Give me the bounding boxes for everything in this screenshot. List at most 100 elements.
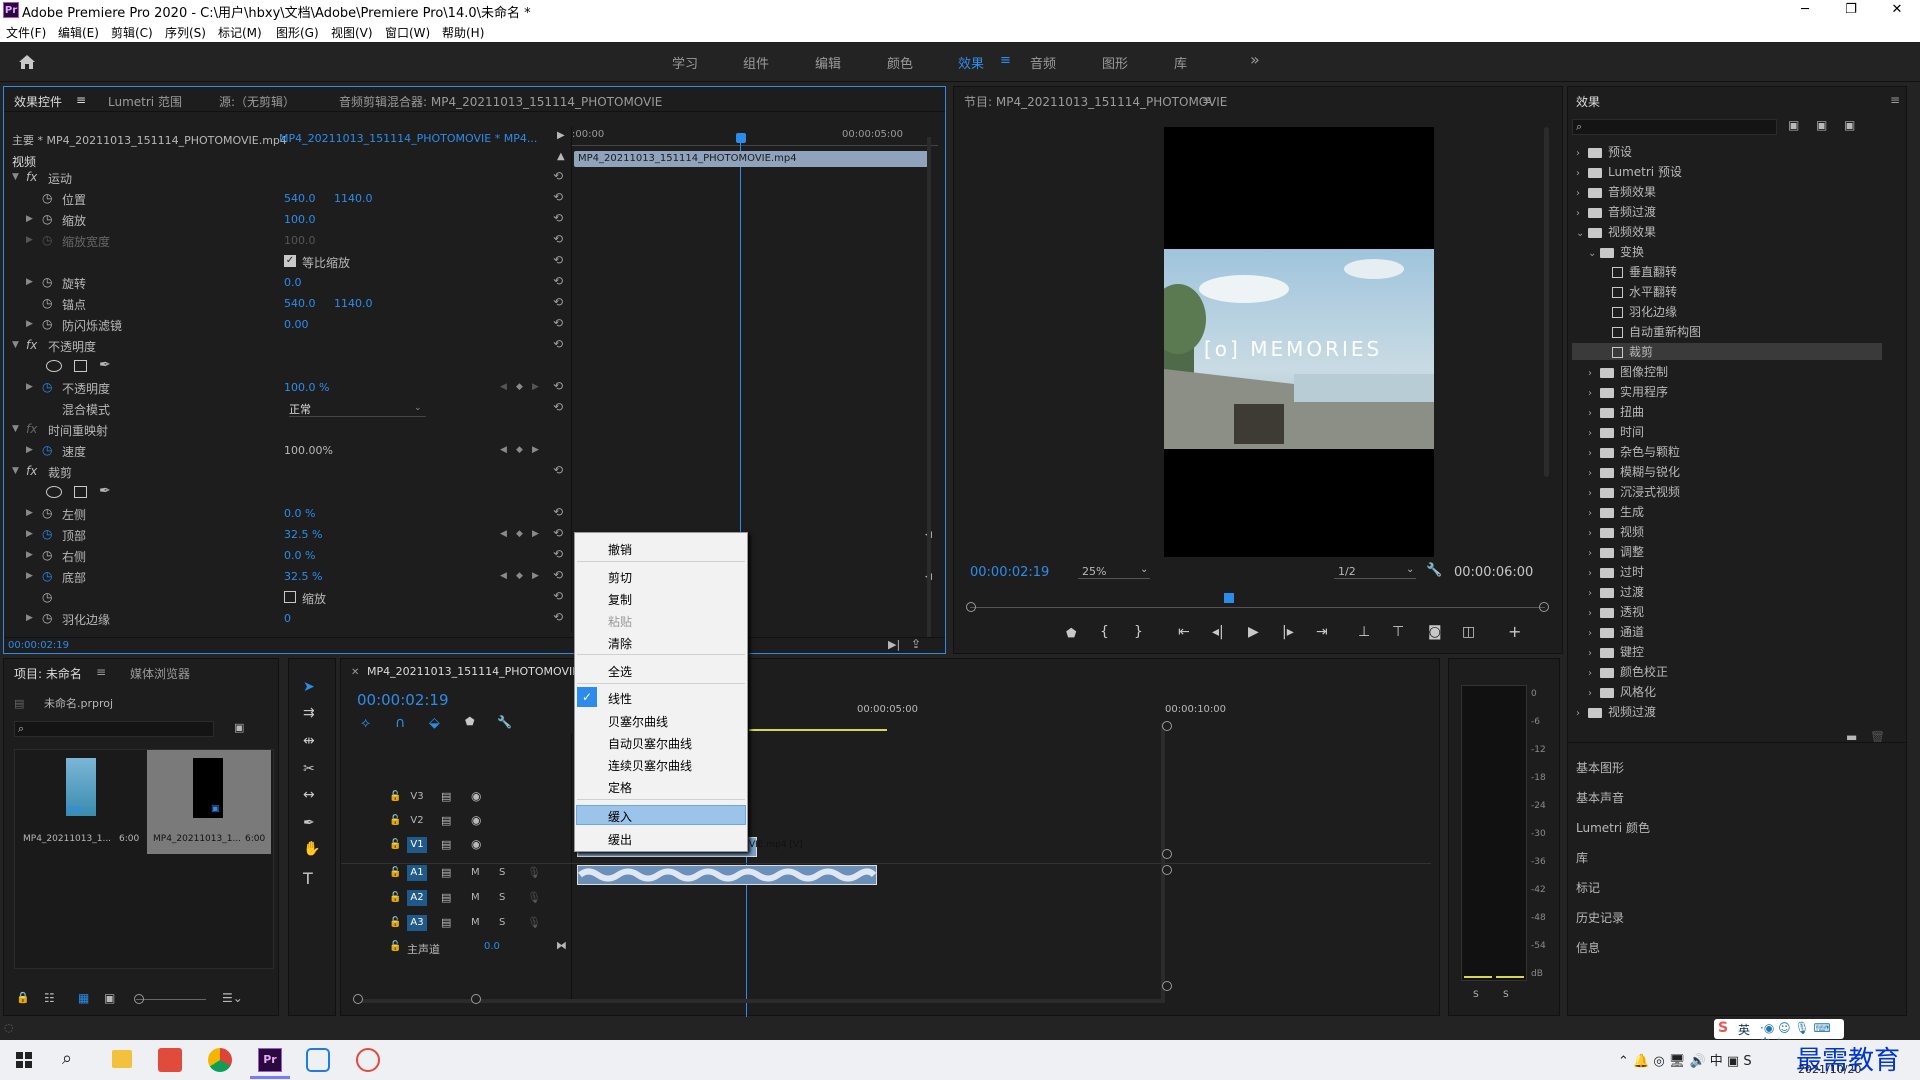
sync-lock-icon[interactable]: ▤ bbox=[441, 814, 451, 827]
menu-ease-in[interactable]: 缓入 bbox=[608, 808, 632, 825]
panel-essential-graphics[interactable]: 基本图形 bbox=[1576, 759, 1624, 776]
add-keyframe-icon[interactable]: ◆ bbox=[516, 571, 523, 581]
pen-mask-icon[interactable]: ✒ bbox=[99, 483, 111, 499]
more-workspaces-icon[interactable]: » bbox=[1250, 50, 1260, 69]
export-icon[interactable]: ⇪ bbox=[911, 637, 921, 651]
file-explorer-icon[interactable] bbox=[112, 1050, 132, 1068]
panel-essential-sound[interactable]: 基本声音 bbox=[1576, 789, 1624, 806]
track-v2[interactable]: V2 bbox=[407, 813, 427, 829]
track-v3[interactable]: V3 bbox=[407, 789, 427, 805]
eye-icon[interactable]: ◉ bbox=[471, 813, 481, 827]
sync-lock-icon[interactable]: ▤ bbox=[441, 838, 451, 851]
anchor-y-value[interactable]: 1140.0 bbox=[334, 297, 373, 310]
list-view-icon[interactable]: ☷ bbox=[44, 991, 55, 1005]
comparison-view-icon[interactable]: ◫ bbox=[1462, 624, 1475, 640]
mute-button[interactable]: M bbox=[471, 917, 480, 928]
effects-tree-item[interactable]: › 键控 bbox=[1588, 643, 1644, 660]
scroll-handle[interactable] bbox=[1162, 721, 1172, 731]
reset-icon[interactable]: ⟲ bbox=[553, 589, 563, 603]
chrome-icon[interactable] bbox=[208, 1048, 232, 1072]
effects-tree-item[interactable]: › 时间 bbox=[1588, 423, 1644, 440]
effects-tree-item[interactable]: ⌄ 变换 bbox=[1588, 243, 1644, 260]
menu-linear[interactable]: 线性 bbox=[608, 690, 632, 707]
icon-view-icon[interactable]: ▦ bbox=[78, 991, 89, 1005]
next-keyframe-icon[interactable]: ▶ bbox=[532, 445, 539, 455]
tab-menu-icon[interactable]: ≡ bbox=[76, 93, 86, 107]
stopwatch-icon[interactable]: ◷ bbox=[42, 317, 52, 331]
effects-tree-item[interactable]: 裁剪 bbox=[1572, 343, 1882, 360]
app-icon[interactable] bbox=[306, 1048, 330, 1072]
add-keyframe-icon[interactable]: ◆ bbox=[516, 382, 523, 392]
effects-tree-item[interactable]: › 生成 bbox=[1588, 503, 1644, 520]
32bit-effects-icon[interactable]: ▣ bbox=[1816, 118, 1827, 132]
crop-bottom-value[interactable]: 32.5 % bbox=[284, 570, 322, 583]
speed-value[interactable]: 100.00% bbox=[284, 444, 333, 457]
ellipse-mask-icon[interactable] bbox=[46, 360, 62, 372]
panel-menu-icon[interactable]: ≡ bbox=[1202, 93, 1212, 107]
go-to-end-icon[interactable]: ⧓ bbox=[556, 939, 567, 952]
tab-audio-clip-mixer[interactable]: 音频剪辑混合器: MP4_20211013_151114_PHOTOMOVIE bbox=[339, 93, 662, 110]
track-a2[interactable]: A2 bbox=[407, 890, 427, 906]
lock-icon[interactable]: 🔓 bbox=[389, 791, 401, 802]
track-v1[interactable]: V1 bbox=[407, 837, 427, 853]
zoom-slider-handle[interactable] bbox=[134, 994, 144, 1004]
reset-icon[interactable]: ⟲ bbox=[553, 400, 563, 414]
track-select-icon[interactable]: ⇉ bbox=[303, 705, 315, 721]
play-audio-icon[interactable]: ▶| bbox=[888, 638, 900, 651]
solo-button[interactable]: S bbox=[499, 892, 505, 903]
workspace-menu-icon[interactable]: ≡ bbox=[1000, 53, 1011, 68]
panel-lumetri-color[interactable]: Lumetri 颜色 bbox=[1576, 819, 1650, 836]
stopwatch-icon[interactable]: ◷ bbox=[42, 590, 52, 604]
menu-clip[interactable]: 剪辑(C) bbox=[111, 24, 153, 41]
menu-window[interactable]: 窗口(W) bbox=[385, 24, 430, 41]
solo-right-button[interactable]: S bbox=[1503, 990, 1509, 1000]
stopwatch-icon[interactable]: ◷ bbox=[42, 548, 52, 562]
prev-keyframe-icon[interactable]: ◀ bbox=[500, 382, 507, 392]
stopwatch-icon[interactable]: ◷ bbox=[42, 296, 52, 310]
go-to-out-icon[interactable]: ⇥ bbox=[1316, 624, 1328, 640]
menu-ease-out[interactable]: 缓出 bbox=[608, 831, 632, 848]
track-a3[interactable]: A3 bbox=[407, 915, 427, 931]
timeline-vertical-scrollbar[interactable] bbox=[1161, 723, 1165, 1003]
pen-tool-icon[interactable]: ✒ bbox=[303, 815, 315, 831]
resolution-dropdown[interactable]: 1/2 bbox=[1334, 565, 1416, 579]
scrubber-start-handle[interactable] bbox=[966, 602, 976, 612]
reset-icon[interactable]: ⟲ bbox=[553, 568, 563, 582]
slip-tool-icon[interactable]: ↔ bbox=[303, 787, 315, 803]
lock-icon[interactable]: 🔓 bbox=[389, 815, 401, 826]
extract-icon[interactable]: ⊤ bbox=[1392, 624, 1404, 640]
close-button[interactable]: ✕ bbox=[1874, 0, 1920, 20]
zoom-slider[interactable] bbox=[136, 999, 206, 1000]
sync-lock-icon[interactable]: ▤ bbox=[441, 790, 451, 803]
search-icon[interactable]: ⌕ bbox=[62, 1048, 72, 1069]
mute-button[interactable]: M bbox=[471, 867, 480, 878]
rectangle-mask-icon[interactable] bbox=[74, 486, 87, 498]
menu-bezier[interactable]: 贝塞尔曲线 bbox=[608, 713, 668, 730]
effects-tree-item[interactable]: › 音频过渡 bbox=[1576, 203, 1656, 220]
uniform-scale-row[interactable]: ✓ 等比缩放 ⟲ bbox=[4, 251, 564, 272]
workspace-editing[interactable]: 编辑 bbox=[815, 53, 841, 72]
panel-info[interactable]: 信息 bbox=[1576, 939, 1600, 956]
effects-tree-item[interactable]: › 透视 bbox=[1588, 603, 1644, 620]
blend-mode-dropdown[interactable]: 正常 bbox=[289, 401, 426, 417]
camera-icon[interactable]: ◙ bbox=[1428, 624, 1442, 640]
nest-icon[interactable]: ⟡ bbox=[361, 715, 370, 731]
ellipse-mask-icon[interactable] bbox=[46, 486, 62, 498]
feather-value[interactable]: 0 bbox=[284, 612, 291, 625]
effects-tree-item[interactable]: 垂直翻转 bbox=[1600, 263, 1677, 280]
stopwatch-icon[interactable]: ◷ bbox=[42, 569, 52, 583]
reset-icon[interactable]: ⟲ bbox=[553, 379, 563, 393]
reset-icon[interactable]: ⟲ bbox=[553, 211, 563, 225]
ime-language[interactable]: 英 bbox=[1738, 1021, 1750, 1038]
reset-icon[interactable]: ⟲ bbox=[553, 505, 563, 519]
hand-tool-icon[interactable]: ✋ bbox=[303, 841, 320, 857]
maximize-button[interactable]: ❐ bbox=[1828, 0, 1874, 20]
tab-lumetri-scopes[interactable]: Lumetri 范围 bbox=[108, 93, 182, 110]
next-keyframe-icon[interactable]: ▶ bbox=[532, 529, 539, 539]
sequence-clip-dropdown[interactable]: MP4_20211013_151114_PHOTOMOVIE * MP4... bbox=[279, 132, 537, 145]
next-keyframe-icon[interactable]: ▶ bbox=[532, 382, 539, 392]
effects-tree-item[interactable]: ⌄ 视频效果 bbox=[1576, 223, 1656, 240]
lock-icon[interactable]: 🔓 bbox=[389, 892, 401, 903]
yuv-effects-icon[interactable]: ▣ bbox=[1844, 118, 1855, 132]
play-icon[interactable]: ▶ bbox=[1248, 624, 1259, 640]
